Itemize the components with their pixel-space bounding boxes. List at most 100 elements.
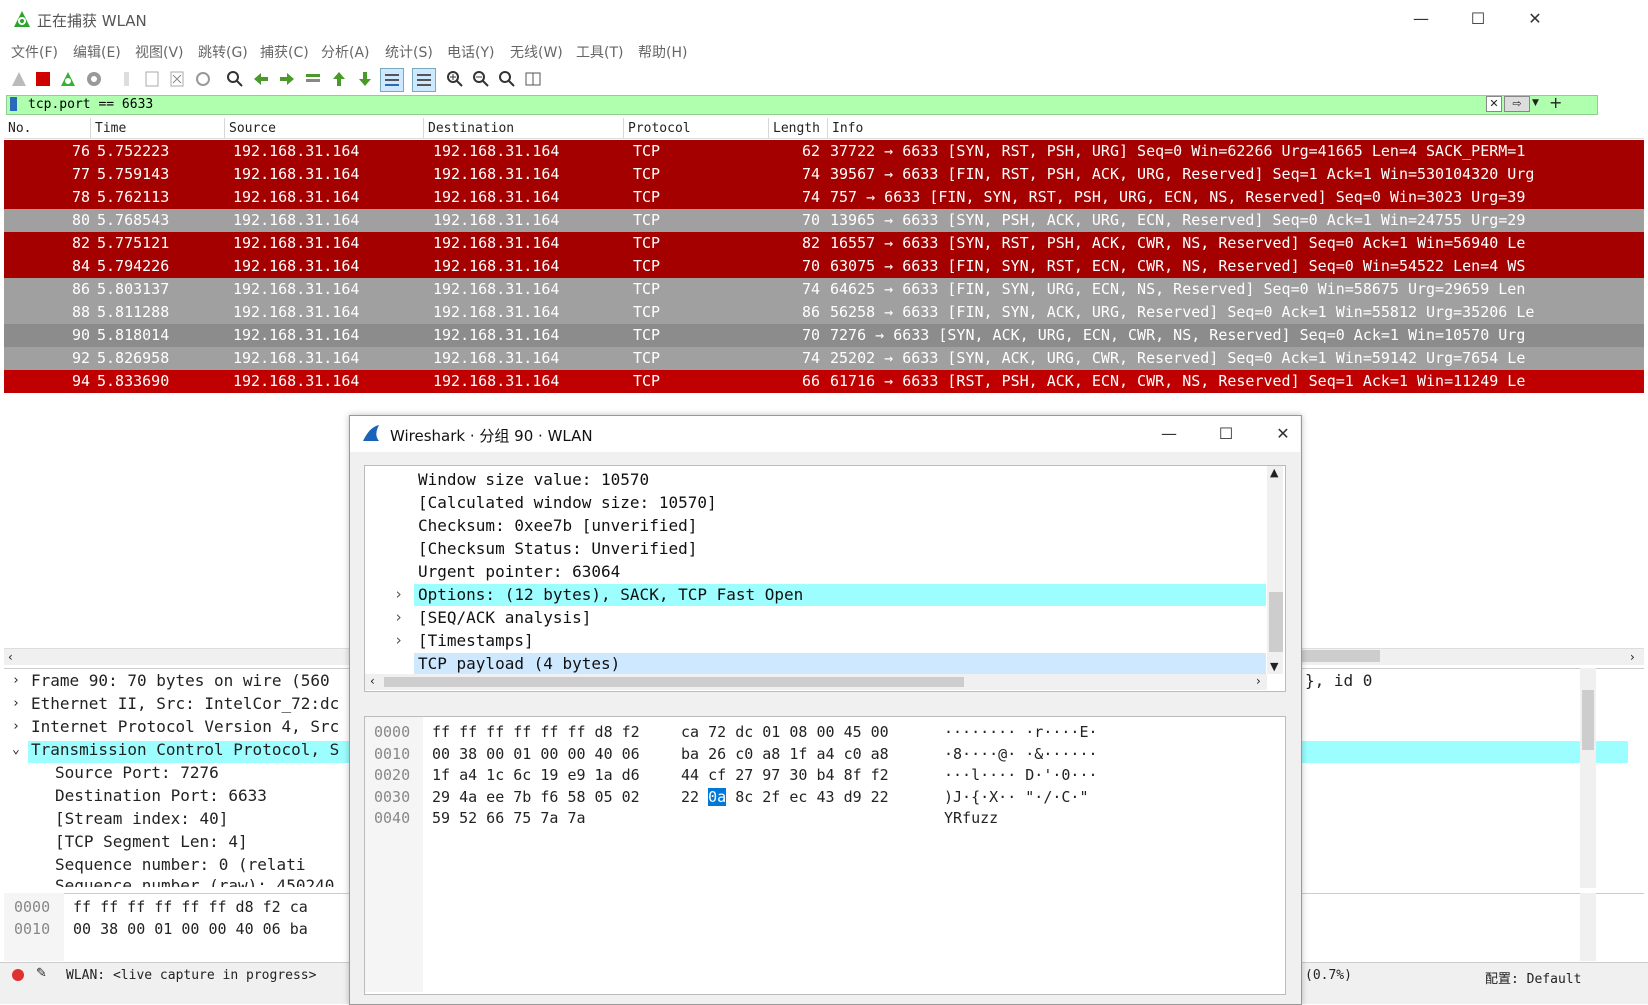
byte[interactable]: 08 xyxy=(789,723,807,741)
menu-go[interactable]: 跳转(G) xyxy=(198,42,248,62)
save-file-icon[interactable] xyxy=(141,68,163,90)
details-ethernet[interactable]: Ethernet II, Src: IntelCor_72:dc xyxy=(31,694,339,713)
filter-dropdown-icon[interactable]: ▼ xyxy=(1532,96,1542,110)
bytes-ascii[interactable]: YRfuzz xyxy=(944,809,998,827)
bytes-hex-left[interactable]: ff ff ff ff ff ff d8 f2 xyxy=(432,723,640,741)
packet-row[interactable]: 84 5.794226 192.168.31.164 192.168.31.164 TC… xyxy=(4,255,1644,278)
column-info[interactable]: Info xyxy=(832,121,863,136)
tree-item[interactable]: Checksum: 0xee7b [unverified] xyxy=(418,516,697,535)
bytes-ascii[interactable]: ···l···· D·'·0··· xyxy=(944,766,1098,784)
menu-wireless[interactable]: 无线(W) xyxy=(510,42,563,62)
tree-item[interactable]: Window size value: 10570 xyxy=(418,470,649,489)
packet-row[interactable]: 78 5.762113 192.168.31.164 192.168.31.164 TC… xyxy=(4,186,1644,209)
tree-item[interactable]: TCP payload (4 bytes) xyxy=(418,654,620,673)
zoom-out-icon[interactable] xyxy=(470,68,492,90)
dialog-maximize-button[interactable]: ☐ xyxy=(1203,419,1249,449)
tree-item[interactable]: [Checksum Status: Unverified] xyxy=(418,539,697,558)
scroll-thumb[interactable] xyxy=(1300,650,1380,662)
bytes-hex-left[interactable]: 59 52 66 75 7a 7a xyxy=(432,809,586,827)
column-source[interactable]: Source xyxy=(229,121,276,136)
menu-view[interactable]: 视图(V) xyxy=(135,42,184,62)
open-file-icon[interactable] xyxy=(115,68,137,90)
packet-row[interactable]: 77 5.759143 192.168.31.164 192.168.31.164 TC… xyxy=(4,163,1644,186)
column-length[interactable]: Length xyxy=(773,121,820,136)
tree-item[interactable]: Options: (12 bytes), SACK, TCP Fast Open xyxy=(418,585,803,604)
byte[interactable]: c0 xyxy=(844,745,862,763)
bytes-ascii[interactable]: ········ ·r····E· xyxy=(944,723,1098,741)
byte[interactable]: ca xyxy=(681,723,699,741)
byte[interactable]: ec xyxy=(789,788,807,806)
packet-row[interactable]: 92 5.826958 192.168.31.164 192.168.31.164 TC… xyxy=(4,347,1644,370)
bytes-hex-right[interactable]: ba 26 c0 a8 1f a4 c0 a8 xyxy=(681,745,889,763)
packet-row[interactable]: 80 5.768543 192.168.31.164 192.168.31.164 TC… xyxy=(4,209,1644,232)
bytes-hex[interactable]: 00 38 00 01 00 00 40 06 ba xyxy=(73,920,308,938)
expand-chevron-icon[interactable]: › xyxy=(394,608,403,626)
byte[interactable]: 22 xyxy=(871,788,889,806)
dialog-close-button[interactable]: ✕ xyxy=(1260,419,1306,449)
dialog-minimize-button[interactable]: — xyxy=(1146,419,1192,449)
packet-row[interactable]: 90 5.818014 192.168.31.164 192.168.31.164 TC… xyxy=(4,324,1644,347)
packet-row[interactable]: 76 5.752223 192.168.31.164 192.168.31.164 TC… xyxy=(4,140,1644,163)
go-back-icon[interactable] xyxy=(250,68,272,90)
bytes-hex-right[interactable]: 44 cf 27 97 30 b4 8f f2 xyxy=(681,766,889,784)
minimize-button[interactable]: — xyxy=(1398,4,1444,34)
tree-item[interactable]: [Timestamps] xyxy=(418,631,534,650)
tree-item[interactable]: Urgent pointer: 63064 xyxy=(418,562,620,581)
normal-size-icon[interactable] xyxy=(496,68,518,90)
autoscroll-icon[interactable] xyxy=(380,68,404,92)
scroll-left-icon[interactable]: ‹ xyxy=(370,674,375,688)
byte[interactable]: a4 xyxy=(816,745,834,763)
display-filter-input[interactable] xyxy=(6,95,1598,115)
scroll-thumb[interactable] xyxy=(1582,690,1594,750)
bytes-hex-left[interactable]: 1f a4 1c 6c 19 e9 1a d6 xyxy=(432,766,640,784)
maximize-button[interactable]: ☐ xyxy=(1455,4,1501,34)
byte[interactable]: a8 xyxy=(871,745,889,763)
status-profile[interactable]: 配置: Default xyxy=(1485,968,1581,987)
byte[interactable]: 00 xyxy=(871,723,889,741)
column-protocol[interactable]: Protocol xyxy=(628,121,691,136)
menu-capture[interactable]: 捕获(C) xyxy=(260,42,309,62)
byte[interactable]: 2f xyxy=(762,788,780,806)
collapse-chevron-icon[interactable]: ⌄ xyxy=(12,742,20,757)
colorize-icon[interactable] xyxy=(412,68,436,92)
bytes-hex-right[interactable]: ca 72 dc 01 08 00 45 00 xyxy=(681,723,889,741)
byte[interactable]: 1f xyxy=(789,745,807,763)
byte[interactable]: c0 xyxy=(735,745,753,763)
bytes-ascii[interactable]: )J·{·X·· "·/·C·" xyxy=(944,788,1089,806)
menu-statistics[interactable]: 统计(S) xyxy=(385,42,433,62)
close-file-icon[interactable] xyxy=(166,68,188,90)
zoom-in-icon[interactable] xyxy=(444,68,466,90)
details-seq[interactable]: Sequence number: 0 (relati xyxy=(55,855,305,874)
details-dst-port[interactable]: Destination Port: 6633 xyxy=(55,786,267,805)
byte[interactable]: 01 xyxy=(762,723,780,741)
close-button[interactable]: ✕ xyxy=(1512,4,1558,34)
byte[interactable]: 30 xyxy=(789,766,807,784)
bytes-ascii[interactable]: ·8····@· ·&······ xyxy=(944,745,1098,763)
expand-chevron-icon[interactable]: › xyxy=(12,673,20,688)
scroll-up-icon[interactable]: ▲ xyxy=(1270,466,1278,479)
capture-status-icon[interactable] xyxy=(12,969,24,981)
tree-item[interactable]: [Calculated window size: 10570] xyxy=(418,493,717,512)
scroll-right-icon[interactable]: › xyxy=(1630,650,1635,664)
apply-filter-icon[interactable]: ⇨ xyxy=(1504,96,1530,112)
go-to-packet-icon[interactable] xyxy=(302,68,324,90)
byte[interactable]: 97 xyxy=(762,766,780,784)
column-destination[interactable]: Destination xyxy=(428,121,514,136)
byte[interactable]: d9 xyxy=(844,788,862,806)
reload-icon[interactable] xyxy=(192,68,214,90)
clear-filter-icon[interactable]: ✕ xyxy=(1486,96,1502,112)
byte[interactable]: 26 xyxy=(708,745,726,763)
menu-file[interactable]: 文件(F) xyxy=(11,42,58,62)
expand-chevron-icon[interactable]: › xyxy=(12,696,20,711)
stop-capture-icon[interactable] xyxy=(32,68,54,90)
scroll-left-icon[interactable]: ‹ xyxy=(8,650,13,664)
byte[interactable]: 00 xyxy=(816,723,834,741)
menu-tools[interactable]: 工具(T) xyxy=(576,42,623,62)
menu-edit[interactable]: 编辑(E) xyxy=(73,42,121,62)
byte[interactable]: 8f xyxy=(844,766,862,784)
column-no[interactable]: No. xyxy=(8,121,31,136)
byte[interactable]: 43 xyxy=(816,788,834,806)
find-packet-icon[interactable] xyxy=(224,68,246,90)
menu-analyze[interactable]: 分析(A) xyxy=(321,42,370,62)
byte[interactable]: ba xyxy=(681,745,699,763)
